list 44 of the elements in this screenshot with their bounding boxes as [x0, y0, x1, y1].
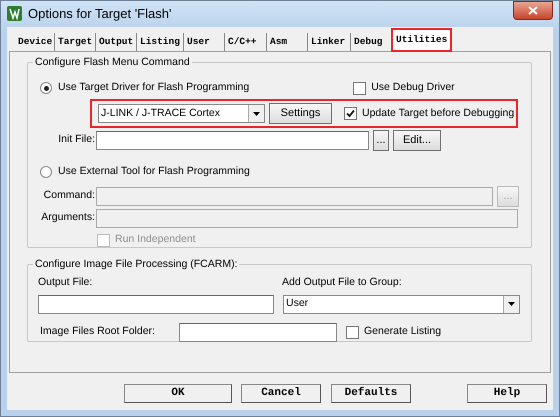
dialog-button[interactable]: Help — [467, 384, 547, 403]
checkbox-label: Run Independent — [115, 232, 196, 248]
field-label: Add Output File to Group: — [282, 275, 402, 290]
radio-label: Use Target Driver for Flash Programming — [58, 80, 250, 96]
field-label: Image Files Root Folder: — [39, 324, 156, 340]
field-label: Command: — [42, 188, 96, 204]
field-label: Arguments: — [40, 210, 96, 226]
app-icon — [7, 6, 22, 22]
caret-icon — [248, 105, 264, 122]
caret-icon — [503, 296, 519, 312]
window-title: Options for Target 'Flash' — [28, 5, 172, 24]
tab[interactable]: C/C++ — [225, 33, 267, 51]
input-field[interactable] — [38, 294, 274, 314]
field-label: Output File: — [37, 275, 94, 290]
browse-button[interactable]: ... — [373, 130, 389, 150]
checkbox[interactable] — [344, 107, 357, 120]
checkbox-label: Use Debug Driver — [371, 80, 455, 96]
radio-button[interactable] — [40, 82, 52, 94]
close-button[interactable] — [513, 1, 553, 20]
close-icon — [528, 6, 538, 15]
checkbox[interactable] — [346, 326, 359, 338]
radio-label: Use External Tool for Flash Programming — [58, 164, 250, 180]
input-field[interactable] — [179, 322, 337, 342]
field-label: Init File: — [57, 132, 96, 148]
group-dropdown[interactable]: User — [283, 294, 520, 314]
checkbox[interactable] — [353, 82, 366, 94]
group-title: Configure Image File Processing (FCARM): — [33, 258, 240, 270]
dropdown-value: User — [286, 296, 308, 312]
checkbox-label: Update Target before Debugging — [362, 106, 514, 121]
tab[interactable]: Target — [55, 33, 96, 51]
tab[interactable]: Utilities — [392, 29, 451, 51]
input-field[interactable] — [96, 130, 369, 150]
settings-button[interactable]: Settings — [269, 103, 332, 124]
driver-dropdown[interactable]: J-LINK / J-TRACE Cortex — [98, 104, 265, 123]
group-title: Configure Flash Menu Command — [33, 56, 192, 68]
tab[interactable]: Output — [96, 33, 137, 51]
edit-button[interactable]: Edit... — [393, 130, 441, 150]
checkbox-label: Generate Listing — [364, 324, 442, 340]
dialog-button[interactable]: OK — [124, 384, 232, 403]
dialog-button[interactable]: Cancel — [241, 384, 321, 403]
dropdown-value: J-LINK / J-TRACE Cortex — [101, 106, 220, 121]
radio-button[interactable] — [40, 166, 52, 178]
tab[interactable]: Asm — [267, 33, 308, 51]
dialog-button[interactable]: Defaults — [331, 384, 411, 403]
